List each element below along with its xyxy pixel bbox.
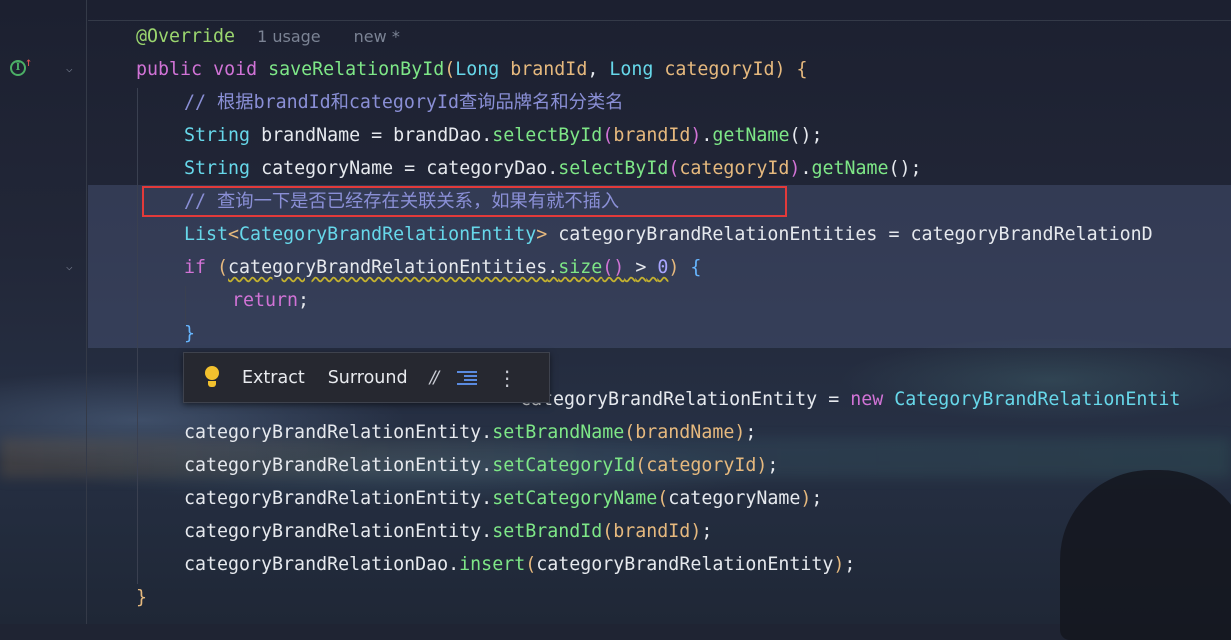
argument: brandId [613,521,691,542]
method-call: selectById [492,125,603,146]
variable: brandName [261,125,361,146]
argument: categoryId [679,158,790,179]
argument: categoryName [668,488,801,509]
code-line-10-brace[interactable]: } [184,323,195,345]
object: categoryBrandRelationEntity [184,521,482,542]
argument: brandName [635,422,735,443]
type: String [184,158,251,179]
method-call: setCategoryId [492,455,636,476]
annotation-highlight-box [142,186,787,217]
punctuation: (); [789,125,823,146]
method-call: setBrandName [492,422,625,443]
punctuation: (); [888,158,922,179]
method-call: size [558,257,603,278]
annotation: @Override [136,26,236,47]
variable: categoryBrandRelationEntities [558,224,878,245]
keyword: if [184,257,207,278]
param-type: Long [609,59,654,80]
object: categoryDao [426,158,548,179]
method-call: setCategoryName [492,488,658,509]
variable: categoryName [261,158,394,179]
code-line-16[interactable]: categoryBrandRelationDao.insert(category… [184,554,855,576]
keyword: return [232,290,299,311]
method-call: getName [811,158,889,179]
code-line-8[interactable]: if (categoryBrandRelationEntities.size()… [184,257,701,279]
code-area[interactable]: @Override 1 usage new * public void save… [0,0,1231,624]
keyword: public [136,59,203,80]
lightbulb-icon[interactable] [204,365,220,390]
reformat-icon[interactable] [457,370,478,386]
comment-icon[interactable]: // [430,368,440,388]
code-line-11[interactable]: categoryBrandRelationEntity = new Catego… [520,389,1180,411]
punctuation: ; [298,290,310,311]
operator: > [635,257,647,278]
type: CategoryBrandRelationEntit [894,389,1181,410]
code-line-5[interactable]: String categoryName = categoryDao.select… [184,158,922,180]
usage-hint[interactable]: 1 usage [257,27,321,46]
code-line-13[interactable]: categoryBrandRelationEntity.setCategoryI… [184,455,778,477]
keyword: void [213,59,258,80]
param-name: categoryId [664,59,775,80]
method-call: setBrandId [492,521,603,542]
code-line-2[interactable]: public void saveRelationById(Long brandI… [136,59,808,81]
code-line-7[interactable]: List<CategoryBrandRelationEntity> catego… [184,224,1153,246]
method-name: saveRelationById [268,59,445,80]
param-name: brandId [510,59,588,80]
code-line-9[interactable]: return; [232,290,309,312]
operator: = [404,158,416,179]
object: categoryBrandRelationEntity [184,455,482,476]
code-line-15[interactable]: categoryBrandRelationEntity.setBrandId(b… [184,521,712,543]
method-call: insert [459,554,526,575]
object: categoryBrandRelationEntity [184,422,482,443]
object: brandDao [393,125,482,146]
object: categoryBrandRelationDao [184,554,449,575]
type: String [184,125,251,146]
code-line-12[interactable]: categoryBrandRelationEntity.setBrandName… [184,422,756,444]
floating-code-toolbar: Extract Surround // ⋮ [183,352,550,403]
surround-button[interactable]: Surround [328,368,408,388]
code-line-3-comment[interactable]: // 根据brandId和categoryId查询品牌名和分类名 [184,92,624,114]
operator: = [371,125,383,146]
generic-type: CategoryBrandRelationEntity [239,224,537,245]
extract-button[interactable]: Extract [242,368,305,388]
code-line-17-brace[interactable]: } [136,587,147,609]
more-icon[interactable]: ⋮ [497,368,517,388]
variable: categoryBrandRelationEntity [520,389,818,410]
argument: categoryBrandRelationEntity [536,554,834,575]
method-call: selectById [558,158,669,179]
expression: categoryBrandRelationD [910,224,1153,245]
variable: categoryBrandRelationEntities [228,257,548,278]
method-call: getName [712,125,790,146]
argument: categoryId [646,455,757,476]
code-line-1[interactable]: @Override 1 usage new * [136,26,400,48]
operator: = [828,389,840,410]
object: categoryBrandRelationEntity [184,488,482,509]
type: List [184,224,229,245]
param-type: Long [455,59,500,80]
code-line-14[interactable]: categoryBrandRelationEntity.setCategoryN… [184,488,822,510]
code-line-4[interactable]: String brandName = brandDao.selectById(b… [184,125,822,147]
vcs-status-hint[interactable]: new * [354,27,400,46]
number-literal: 0 [657,257,669,278]
argument: brandId [613,125,691,146]
operator: = [888,224,900,245]
keyword: new [850,389,884,410]
